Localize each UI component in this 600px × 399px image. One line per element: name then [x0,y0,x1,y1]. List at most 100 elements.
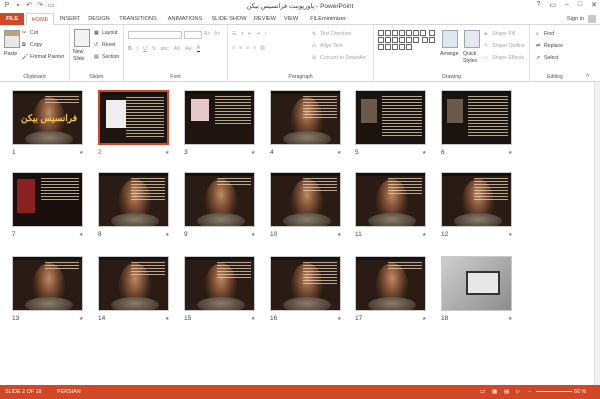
grow-font-icon[interactable]: A˄ [204,31,211,37]
shape-fill-button[interactable]: ◈ Shape Fill [484,31,515,37]
slide-thumbnail[interactable]: فرانسیس بیکن [12,90,83,145]
shape-icon[interactable] [378,30,384,36]
animation-star-icon[interactable]: ★ [251,316,255,322]
numbering-icon[interactable]: ≡ [241,31,244,37]
line-spacing-icon[interactable]: ↕ [264,31,267,37]
slide-thumbnail[interactable] [441,172,512,227]
quick-styles-icon[interactable] [464,30,480,48]
shape-icon[interactable] [406,30,412,36]
zoom-slider[interactable] [536,391,572,392]
columns-icon[interactable]: ▥ [260,45,265,51]
shrink-font-icon[interactable]: A˅ [214,31,221,37]
reset-button[interactable]: ↺ Reset [94,42,116,48]
shape-icon[interactable] [428,37,435,43]
format-painter-button[interactable]: 🖌 Format Painter [22,54,64,60]
font-color-icon[interactable]: A [196,45,201,52]
animation-star-icon[interactable]: ★ [79,150,83,156]
shape-icon[interactable] [385,30,391,36]
help-icon[interactable]: ? [536,1,540,9]
font-size-box[interactable] [184,31,202,39]
quick-styles-button[interactable]: Quick [463,51,476,57]
slide-thumbnail[interactable] [355,90,426,145]
animation-star-icon[interactable]: ★ [508,232,512,238]
collapse-ribbon-icon[interactable]: ˄ [586,73,589,79]
italic-icon[interactable]: I [137,46,138,52]
animation-star-icon[interactable]: ★ [422,150,426,156]
align-right-icon[interactable]: ≡ [246,45,249,51]
new-slide-icon[interactable] [74,29,90,47]
shape-outline-button[interactable]: ✎ Shape Outline [484,43,525,49]
align-text-button[interactable]: ⊟ Align Text [312,43,342,49]
tab-slide-show[interactable]: SLIDE SHOW [210,13,248,25]
animation-star-icon[interactable]: ★ [422,316,426,322]
zoom-level[interactable]: 66 % [574,389,586,395]
slide-thumbnail[interactable] [98,172,169,227]
slide-thumbnail[interactable] [355,256,426,311]
shape-icon[interactable] [385,37,391,43]
animation-star-icon[interactable]: ★ [337,232,341,238]
language-indicator[interactable]: PERSIAN [57,389,81,395]
minimize-icon[interactable]: – [565,1,569,9]
tab-design[interactable]: DESIGN [86,13,112,25]
shape-icon[interactable] [428,30,435,36]
spacing-icon[interactable]: AV [174,46,181,52]
animation-star-icon[interactable]: ★ [165,232,169,238]
shape-icon[interactable] [385,44,391,50]
convert-smartart-button[interactable]: ⊞ Convert to SmartArt [312,55,366,61]
slide-thumbnail[interactable] [270,90,341,145]
cut-button[interactable]: ✂ Cut [22,30,38,36]
tab-fileminimizer[interactable]: FILEminimizer [305,13,351,25]
layout-button[interactable]: ▦ Layout [94,30,118,36]
animation-star-icon[interactable]: ★ [165,316,169,322]
new-slide-button[interactable]: New [73,49,83,55]
slide-thumbnail[interactable] [355,172,426,227]
slide-thumbnail[interactable] [270,256,341,311]
arrange-icon[interactable] [442,30,458,48]
normal-view-icon[interactable]: ▭ [480,389,485,395]
reading-view-icon[interactable]: ▤ [504,389,509,395]
slideshow-view-icon[interactable]: ▷ [516,389,520,395]
animation-star-icon[interactable]: ★ [251,232,255,238]
section-button[interactable]: ▤ Section [94,54,119,60]
tab-transitions[interactable]: TRANSITIONS [116,13,160,25]
copy-button[interactable]: ⧉ Copy [22,42,42,48]
animation-star-icon[interactable]: ★ [79,232,83,238]
font-name-box[interactable] [128,31,182,39]
slide-thumbnail[interactable] [184,90,255,145]
animation-star-icon[interactable]: ★ [165,150,169,156]
shape-icon[interactable] [406,44,412,50]
shape-icon[interactable] [413,30,419,36]
shape-icon[interactable] [392,37,398,43]
decrease-indent-icon[interactable]: ⇤ [248,31,252,37]
vertical-scrollbar[interactable] [594,82,600,385]
justify-icon[interactable]: ≡ [253,45,256,51]
shapes-gallery[interactable] [378,30,436,51]
slide-thumbnail[interactable] [441,256,512,311]
slide-thumbnail[interactable] [441,90,512,145]
animation-star-icon[interactable]: ★ [508,150,512,156]
shape-icon[interactable] [392,30,398,36]
bold-icon[interactable]: B [128,46,132,52]
paste-icon[interactable] [4,30,20,48]
strikethrough-icon[interactable]: abc [160,46,168,52]
maximize-icon[interactable]: □ [578,1,582,9]
slide-thumbnail[interactable] [98,90,169,145]
shape-icon[interactable] [392,44,398,50]
arrange-button[interactable]: Arrange [440,51,458,57]
underline-icon[interactable]: U [143,46,147,52]
replace-button[interactable]: ⇄ Replace [536,43,563,49]
shape-icon[interactable] [421,37,428,43]
animation-star-icon[interactable]: ★ [79,316,83,322]
ribbon-display-icon[interactable]: ▭ [549,1,556,9]
tab-animations[interactable]: ANIMATIONS [164,13,206,25]
tab-file[interactable]: FILE [0,13,24,25]
shape-icon[interactable] [378,37,384,43]
bullets-icon[interactable]: ☰ [232,31,237,37]
paste-button[interactable]: Paste [4,51,17,57]
increase-indent-icon[interactable]: ⇥ [256,31,260,37]
shape-icon[interactable] [413,37,419,43]
text-direction-button[interactable]: ⇅ Text Direction [312,31,351,37]
sorter-view-icon[interactable]: ▦ [492,389,497,395]
slide-thumbnail[interactable] [184,256,255,311]
slide-thumbnail[interactable] [12,256,83,311]
